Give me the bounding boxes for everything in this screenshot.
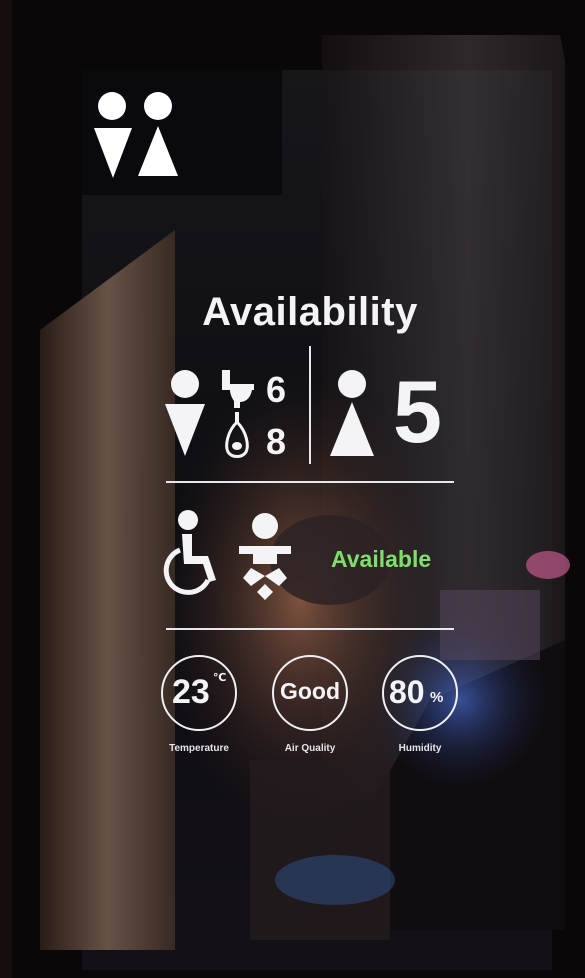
female-stall-count: 6	[266, 369, 287, 410]
humidity-label: Humidity	[398, 743, 442, 754]
air-quality-label: Air Quality	[284, 743, 336, 754]
temperature-unit: ℃	[213, 672, 227, 684]
vertical-divider	[309, 346, 311, 464]
temperature-value: 23	[172, 673, 210, 711]
accessible-status: Available	[331, 546, 432, 572]
male-stall-count: 5	[393, 362, 442, 461]
female-icon	[165, 370, 205, 456]
male-icon	[330, 370, 374, 456]
restroom-availability-sign-photo: Availability 6 8 5 Available 23 ℃ Temper…	[0, 0, 585, 978]
baby-changing-icon	[239, 513, 291, 600]
wheelchair-icon	[163, 510, 216, 595]
horizontal-divider	[166, 628, 454, 630]
humidity-value: 80	[389, 674, 425, 710]
restroom-icon	[94, 92, 178, 178]
temperature-label: Temperature	[169, 743, 229, 754]
air-quality-value: Good	[279, 678, 341, 704]
urinal-icon	[225, 412, 249, 458]
availability-title: Availability	[202, 290, 418, 334]
humidity-unit: %	[430, 689, 444, 706]
toilet-icon	[222, 370, 254, 408]
horizontal-divider	[166, 481, 454, 483]
urinal-count: 8	[266, 421, 287, 462]
